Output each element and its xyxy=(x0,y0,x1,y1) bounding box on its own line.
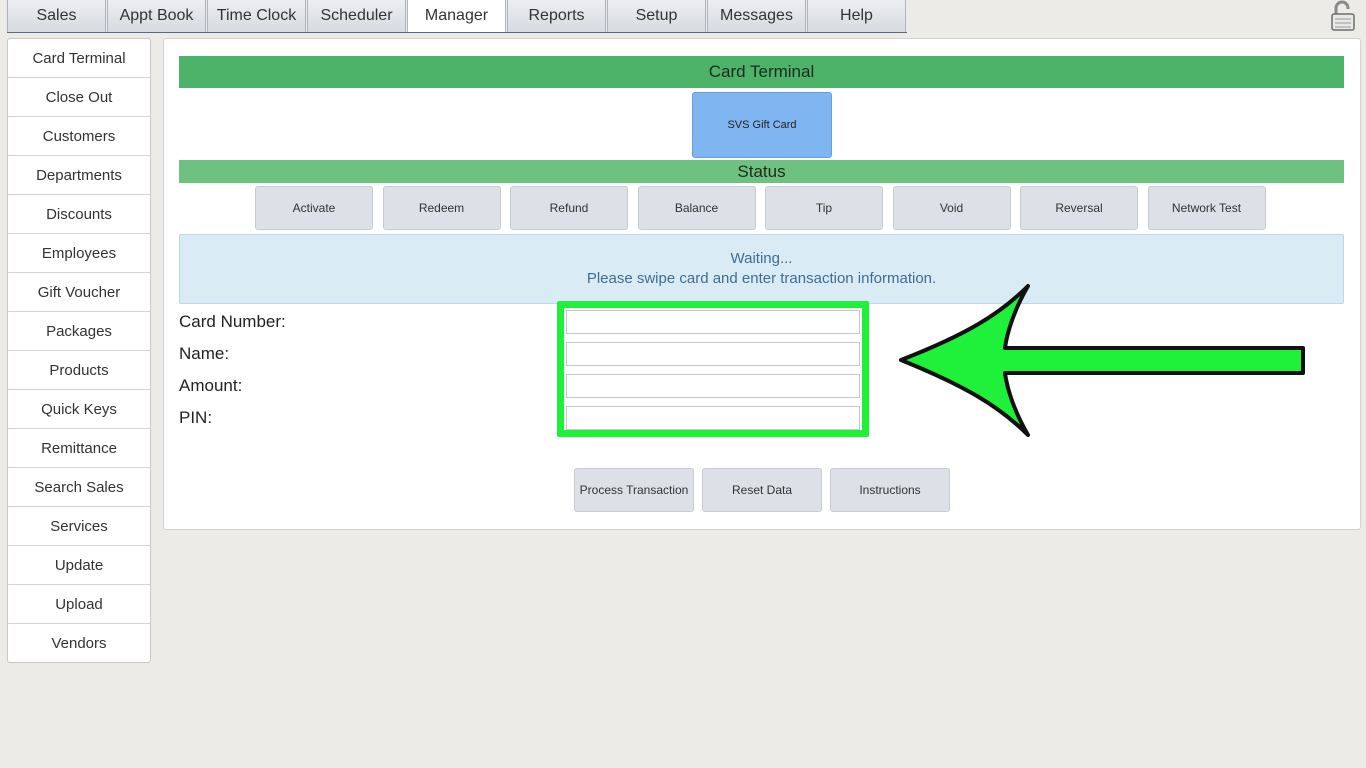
void-button[interactable]: Void xyxy=(892,186,1011,230)
status-waiting-text: Waiting... xyxy=(730,250,793,267)
reset-data-button[interactable]: Reset Data xyxy=(702,468,822,512)
tab-appt-book[interactable]: Appt Book xyxy=(107,0,206,32)
tab-sales[interactable]: Sales xyxy=(7,0,106,32)
sidebar-item-update[interactable]: Update xyxy=(8,546,150,585)
network-test-button[interactable]: Network Test xyxy=(1147,186,1266,230)
action-buttons: Activate Redeem Refund Balance Tip Void … xyxy=(255,186,1275,230)
sidebar-item-employees[interactable]: Employees xyxy=(8,234,150,273)
page-title: Card Terminal xyxy=(179,56,1344,88)
tab-scheduler[interactable]: Scheduler xyxy=(307,0,406,32)
sidebar-item-card-terminal[interactable]: Card Terminal xyxy=(8,39,150,78)
redeem-button[interactable]: Redeem xyxy=(382,186,501,230)
sidebar-menu: Card Terminal Close Out Customers Depart… xyxy=(7,38,151,663)
name-input[interactable] xyxy=(566,342,860,366)
arrow-left-icon xyxy=(895,283,1310,441)
balance-button[interactable]: Balance xyxy=(637,186,756,230)
sidebar-item-departments[interactable]: Departments xyxy=(8,156,150,195)
sidebar-item-packages[interactable]: Packages xyxy=(8,312,150,351)
instructions-button[interactable]: Instructions xyxy=(830,468,950,512)
reversal-button[interactable]: Reversal xyxy=(1020,186,1138,230)
tab-reports[interactable]: Reports xyxy=(507,0,606,32)
activate-button[interactable]: Activate xyxy=(255,186,373,230)
name-label: Name: xyxy=(179,344,230,363)
sidebar-item-upload[interactable]: Upload xyxy=(8,585,150,624)
padlock-icon[interactable] xyxy=(1327,0,1359,32)
sidebar-item-quick-keys[interactable]: Quick Keys xyxy=(8,390,150,429)
sidebar-item-vendors[interactable]: Vendors xyxy=(8,624,150,662)
tab-bar: Sales Appt Book Time Clock Scheduler Man… xyxy=(7,0,907,33)
sidebar-item-services[interactable]: Services xyxy=(8,507,150,546)
tab-setup[interactable]: Setup xyxy=(607,0,706,32)
status-instruction-text: Please swipe card and enter transaction … xyxy=(586,270,937,287)
sidebar-item-search-sales[interactable]: Search Sales xyxy=(8,468,150,507)
bottom-buttons: Process Transaction Reset Data Instructi… xyxy=(574,468,958,512)
tab-manager[interactable]: Manager xyxy=(407,0,506,32)
refund-button[interactable]: Refund xyxy=(510,186,628,230)
tab-messages[interactable]: Messages xyxy=(707,0,806,32)
sidebar-item-gift-voucher[interactable]: Gift Voucher xyxy=(8,273,150,312)
sidebar-item-discounts[interactable]: Discounts xyxy=(8,195,150,234)
amount-input[interactable] xyxy=(566,374,860,398)
top-nav: Sales Appt Book Time Clock Scheduler Man… xyxy=(0,0,1366,34)
sidebar-item-products[interactable]: Products xyxy=(8,351,150,390)
sidebar-item-customers[interactable]: Customers xyxy=(8,117,150,156)
tab-time-clock[interactable]: Time Clock xyxy=(207,0,306,32)
card-number-input[interactable] xyxy=(566,310,860,334)
svs-gift-card-button[interactable]: SVS Gift Card xyxy=(692,92,832,158)
sidebar-item-remittance[interactable]: Remittance xyxy=(8,429,150,468)
amount-label: Amount: xyxy=(179,376,243,395)
pin-input[interactable] xyxy=(566,406,860,430)
pin-label: PIN: xyxy=(179,408,213,427)
tab-help[interactable]: Help xyxy=(807,0,906,32)
status-header: Status xyxy=(179,160,1344,183)
sidebar-item-close-out[interactable]: Close Out xyxy=(8,78,150,117)
process-transaction-button[interactable]: Process Transaction xyxy=(574,468,694,512)
tip-button[interactable]: Tip xyxy=(765,186,883,230)
card-number-label: Card Number: xyxy=(179,312,286,331)
